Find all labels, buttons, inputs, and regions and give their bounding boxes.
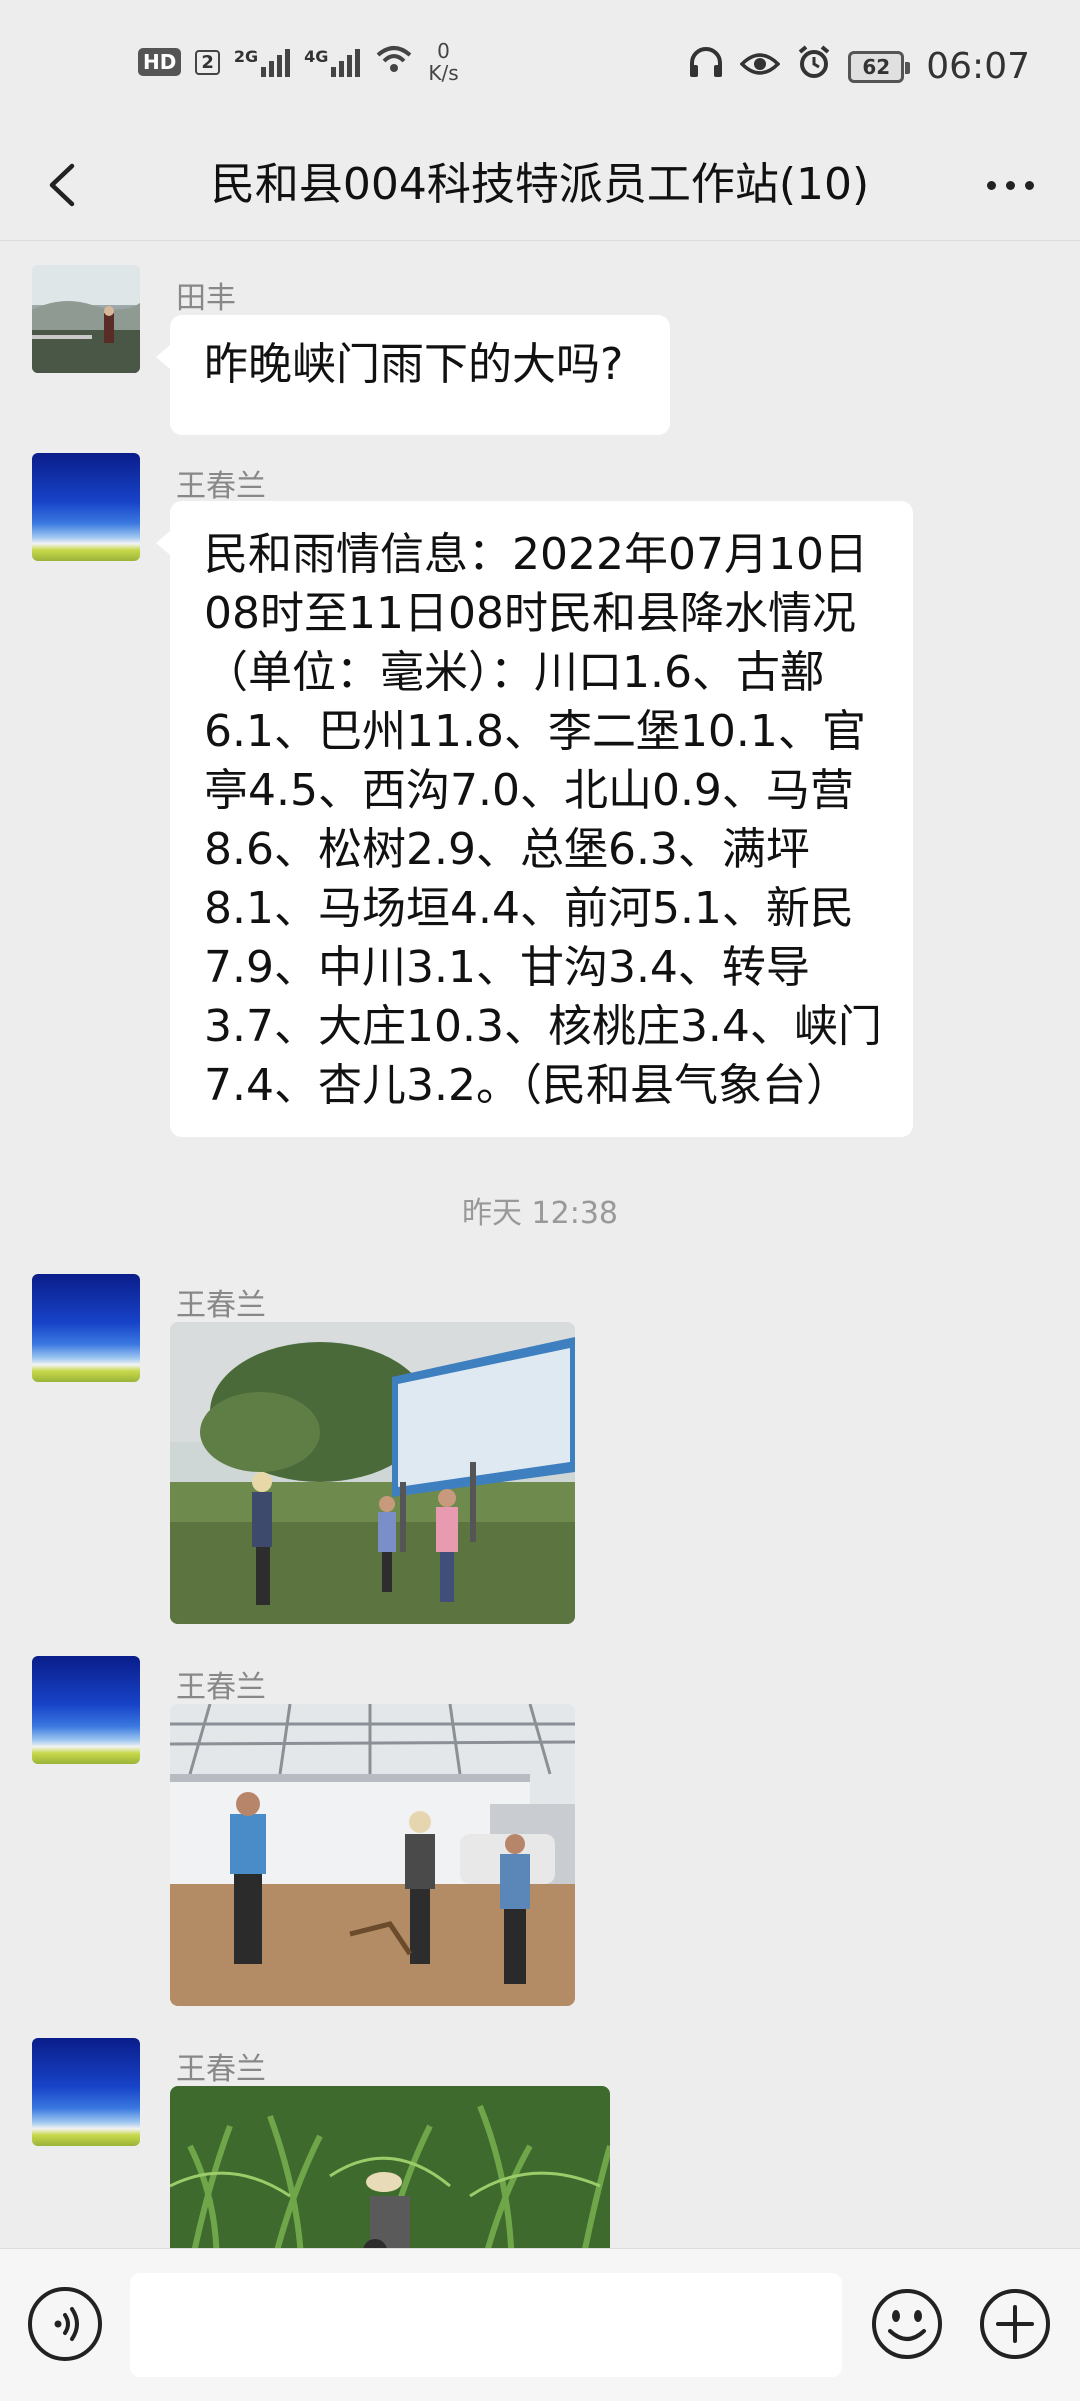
status-bar: HD 2 2G 4G 0 K/s 62 06:07 [0, 0, 1080, 130]
network-speed: 0 K/s [428, 39, 459, 85]
wifi-icon [374, 43, 414, 81]
message-item: 王春兰 [0, 2038, 1080, 2248]
photo-message[interactable] [170, 1704, 575, 2006]
sender-name: 田丰 [176, 281, 236, 316]
photo-message[interactable] [170, 1322, 575, 1624]
message-item: 田丰 昨晚峡门雨下的大吗? [0, 265, 1080, 435]
eye-icon [739, 46, 781, 87]
chat-header: 民和县004科技特派员工作站(10) [0, 130, 1080, 241]
signal-icon: 2G [234, 47, 291, 77]
status-left: HD 2 2G 4G 0 K/s [138, 40, 459, 84]
message-input[interactable] [130, 2273, 842, 2377]
clock: 06:07 [926, 46, 1030, 87]
sender-name: 王春兰 [176, 469, 266, 504]
avatar[interactable] [32, 453, 140, 561]
headphones-icon [688, 45, 724, 88]
message-item: 王春兰 [0, 1656, 1080, 2006]
battery-icon: 62 [848, 50, 911, 83]
hd-badge: HD [138, 48, 182, 76]
avatar[interactable] [32, 1656, 140, 1764]
message-item: 王春兰 [0, 1274, 1080, 1624]
timestamp: 昨天 12:38 [462, 1196, 618, 1231]
message-bubble[interactable]: 昨晚峡门雨下的大吗? [156, 315, 670, 435]
sender-name: 王春兰 [176, 2052, 266, 2087]
dot-icon [986, 180, 996, 190]
avatar[interactable] [32, 2038, 140, 2146]
alarm-icon [796, 44, 832, 89]
message-bubble[interactable]: 民和雨情信息：2022年07月10日08时至11日08时民和县降水情况（单位：毫… [156, 501, 913, 1137]
sim-indicator: 2 [195, 49, 220, 75]
dot-icon [1005, 180, 1015, 190]
photo-message[interactable] [170, 2086, 610, 2248]
smiley-icon [872, 2289, 942, 2359]
emoji-button[interactable] [870, 2287, 944, 2361]
chat-input-bar [0, 2248, 1080, 2401]
avatar[interactable] [32, 1274, 140, 1382]
voice-icon [54, 2307, 79, 2341]
signal-icon-2: 4G [304, 47, 361, 77]
plus-icon [980, 2289, 1050, 2359]
more-options-button[interactable] [970, 150, 1050, 220]
sender-name: 王春兰 [176, 1670, 266, 1705]
sender-name: 王春兰 [176, 1288, 266, 1323]
voice-input-button[interactable] [28, 2287, 102, 2361]
dot-icon [1024, 180, 1034, 190]
avatar[interactable] [32, 265, 140, 373]
status-right: 62 06:07 [688, 44, 1030, 89]
chat-title: 民和县004科技特派员工作站(10) [210, 159, 870, 210]
more-actions-button[interactable] [978, 2287, 1052, 2361]
message-item: 王春兰 民和雨情信息：2022年07月10日08时至11日08时民和县降水情况（… [0, 453, 1080, 1137]
